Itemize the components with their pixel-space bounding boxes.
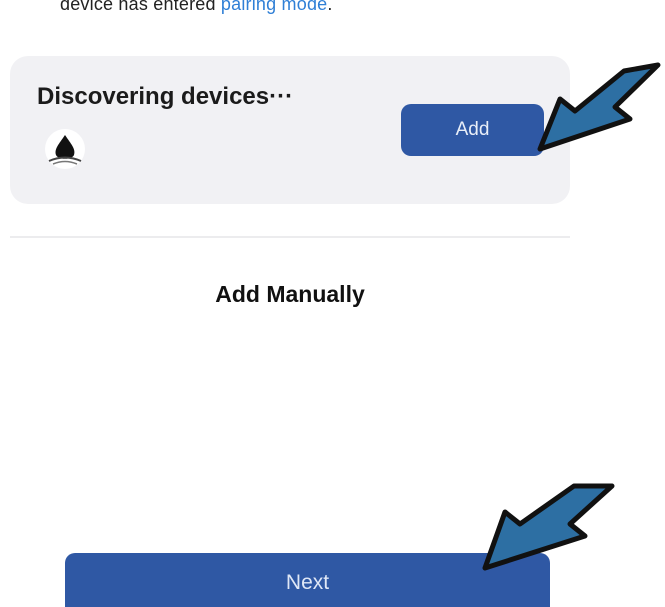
arrow-pointer-icon-2 [482,483,615,571]
pairing-screen: device has entered pairing mode. Discove… [0,0,665,607]
instruction-suffix: . [327,0,333,14]
pairing-instruction: device has entered pairing mode. [60,0,333,15]
discovery-card: Discovering devices··· Add [10,56,570,204]
pairing-mode-link[interactable]: pairing mode [221,0,327,14]
section-divider [10,236,570,238]
discovery-title: Discovering devices··· [37,83,294,110]
arrow-pointer-icon [537,62,661,152]
instruction-text: device has entered [60,0,221,14]
water-drop-device-icon [37,128,93,170]
add-manually-link[interactable]: Add Manually [0,281,580,308]
